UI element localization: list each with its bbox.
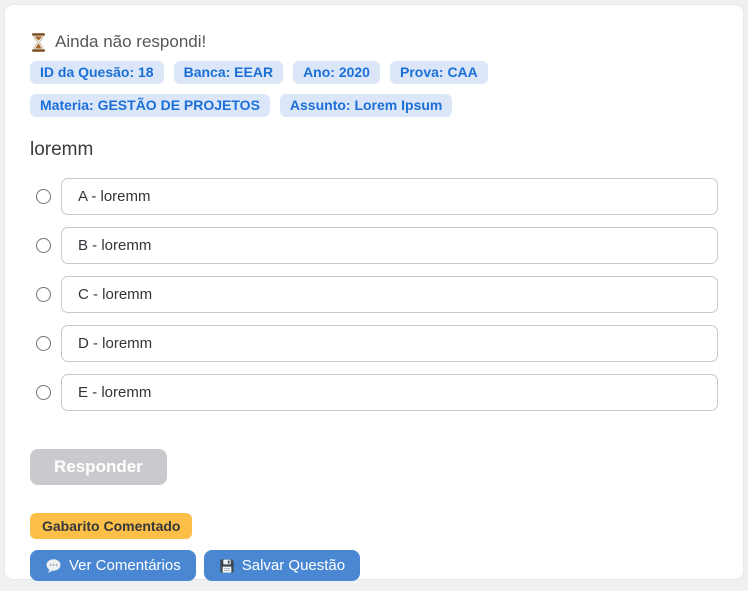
- option-label-b[interactable]: B - loremm: [61, 227, 718, 264]
- option-label-a[interactable]: A - loremm: [61, 178, 718, 215]
- ver-comentarios-label: Ver Comentários: [69, 557, 181, 574]
- badge-question-id: ID da Quesão: 18: [30, 61, 164, 84]
- salvar-questao-label: Salvar Questão: [241, 557, 346, 574]
- badge-prova: Prova: CAA: [389, 61, 488, 84]
- hourglass-icon: [30, 32, 47, 52]
- question-text: loremm: [30, 139, 94, 160]
- badge-ano: Ano: 2020: [293, 61, 380, 84]
- ver-comentarios-button[interactable]: Ver Comentários: [30, 550, 196, 581]
- bottom-actions-row: Ver Comentários Salvar Questão: [30, 550, 718, 581]
- badge-materia: Materia: GESTÃO DE PROJETOS: [30, 94, 270, 117]
- badge-assunto: Assunto: Lorem Ipsum: [279, 94, 453, 117]
- status-text: Ainda não respondi!: [55, 32, 207, 51]
- option-radio-d[interactable]: [36, 336, 51, 351]
- gabarito-comentado-badge: Gabarito Comentado: [30, 513, 193, 539]
- question-card: Ainda não respondi! ID da Quesão: 18 Ban…: [4, 4, 744, 581]
- option-row-c: C - loremm: [30, 276, 718, 313]
- option-row-a: A - loremm: [30, 178, 718, 215]
- status-row: Ainda não respondi!: [30, 32, 718, 52]
- option-row-b: B - loremm: [30, 227, 718, 264]
- option-row-e: E - loremm: [30, 374, 718, 411]
- option-label-c[interactable]: C - loremm: [61, 276, 718, 313]
- option-radio-a[interactable]: [36, 189, 51, 204]
- options-list: A - loremm B - loremm C - loremm D - lor…: [30, 178, 718, 411]
- option-row-d: D - loremm: [30, 325, 718, 362]
- responder-button[interactable]: Responder: [30, 449, 167, 485]
- floppy-disk-icon: [219, 558, 235, 574]
- badge-banca: Banca: EEAR: [173, 61, 284, 84]
- option-label-d[interactable]: D - loremm: [61, 325, 718, 362]
- badges-row: ID da Quesão: 18 Banca: EEAR Ano: 2020 P…: [30, 61, 690, 117]
- speech-bubble-icon: [45, 558, 62, 574]
- option-label-e[interactable]: E - loremm: [61, 374, 718, 411]
- salvar-questao-button[interactable]: Salvar Questão: [203, 550, 361, 581]
- option-radio-e[interactable]: [36, 385, 51, 400]
- option-radio-b[interactable]: [36, 238, 51, 253]
- option-radio-c[interactable]: [36, 287, 51, 302]
